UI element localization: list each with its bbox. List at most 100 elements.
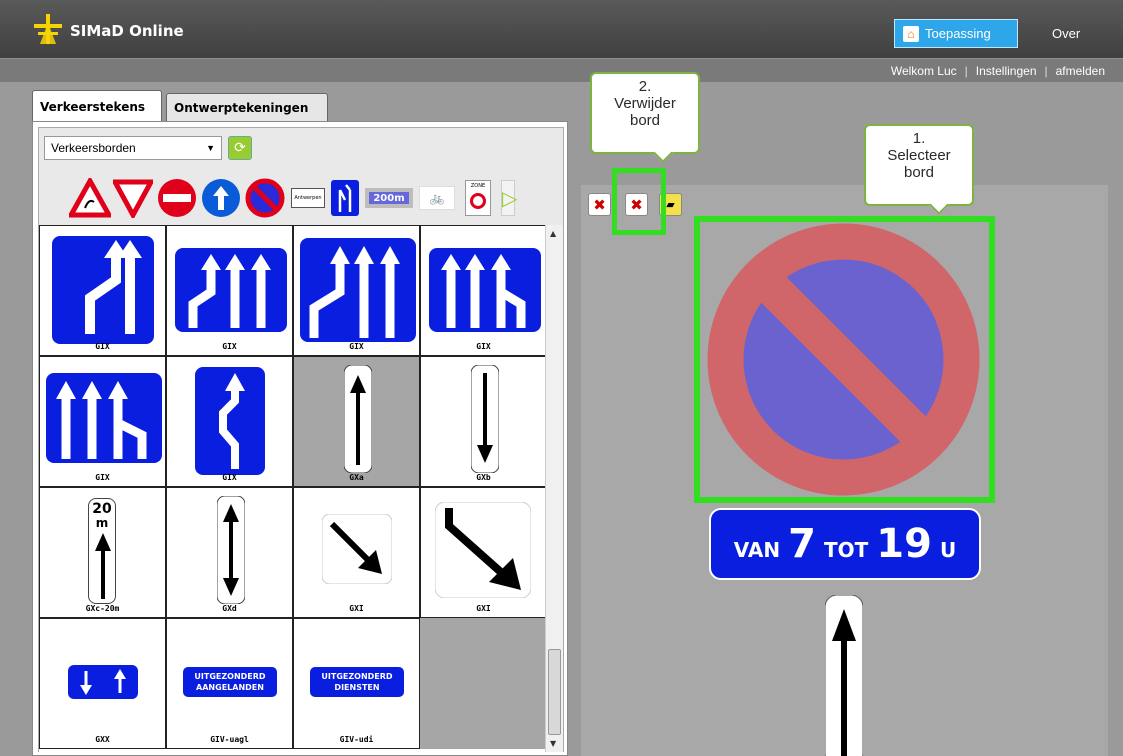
sign-caption: GIX [95, 342, 110, 351]
distance-sign-label: 200m [373, 192, 405, 204]
separator: | [964, 64, 968, 78]
tab-ontwerptekeningen[interactable]: Ontwerptekeningen [166, 93, 328, 121]
exception-sign: UITGEZONDERD AANGELANDEN [183, 667, 277, 697]
chevron-right-icon: ▷ [502, 186, 518, 210]
sign-caption: GXc-20m [85, 604, 120, 613]
scroll-up-icon[interactable]: ▲ [550, 229, 556, 238]
delete-highlight [612, 168, 666, 235]
sign-caption: GXa [349, 473, 364, 482]
logout-link[interactable]: afmelden [1056, 64, 1105, 78]
distance-unit: m [95, 516, 109, 530]
distance-sign-button[interactable]: 200m [365, 188, 413, 208]
sign-library-panel: Verkeerstekens Ontwerptekeningen Verkeer… [28, 88, 568, 756]
scroll-down-icon[interactable]: ▼ [550, 739, 556, 748]
lanes-sign-icon[interactable] [331, 180, 359, 216]
properties-icon: ▰ [666, 198, 675, 211]
zone-sign-button[interactable]: ZONE [465, 180, 491, 216]
sign-caption: GIX [222, 342, 237, 351]
sign-tile[interactable]: UITGEZONDERD DIENSTEN GIV-udi [293, 618, 420, 749]
sign-tile[interactable]: GXd [166, 487, 293, 618]
sign-caption: GIX [95, 473, 110, 482]
subplate-tot: TOT [823, 538, 869, 562]
callout-pointer [653, 143, 673, 163]
callout-select-text: Selecteer [887, 147, 951, 164]
sign-tile[interactable]: GXI [293, 487, 420, 618]
grid-scrollbar[interactable]: ▲ ▼ [545, 225, 563, 752]
diagonal-arrow-sign-icon [435, 502, 531, 598]
two-way-sign-icon [68, 665, 138, 699]
sign-browser: Verkeersborden ▼ ⟳ Antwerpen 200m 🚲 ZONE… [38, 127, 564, 752]
sign-caption: GIV-udi [339, 735, 374, 744]
sign-caption: GIV-uagl [210, 735, 249, 744]
warning-sign-icon[interactable] [69, 178, 111, 218]
callout-select: 1. Selecteer bord [864, 124, 974, 215]
sign-caption: GXI [349, 604, 364, 613]
tab-content: Verkeersborden ▼ ⟳ Antwerpen 200m 🚲 ZONE… [32, 121, 568, 756]
location-sign-button[interactable]: Antwerpen [291, 188, 325, 208]
sign-tile[interactable]: GIX [166, 225, 293, 356]
refresh-icon: ⟳ [234, 140, 246, 156]
distance-arrow-sign: 20 m [88, 498, 116, 604]
arrow-up-subplate-icon[interactable] [825, 595, 863, 756]
sign-tile[interactable]: UITGEZONDERD AANGELANDEN GIV-uagl [166, 618, 293, 749]
lane-merge-sign-icon [300, 238, 416, 342]
delete-all-button[interactable]: ✖ [588, 193, 611, 216]
no-entry-sign-icon[interactable] [157, 178, 197, 218]
sign-caption: GXX [95, 735, 110, 744]
lane-merge-sign-icon [52, 236, 154, 344]
sign-tile[interactable]: GIX [39, 356, 166, 487]
tab-verkeerstekens[interactable]: Verkeerstekens [32, 90, 162, 122]
sign-caption: GXI [476, 604, 491, 613]
diagonal-arrow-sign-icon [322, 514, 392, 584]
app-title: SIMaD Online [70, 22, 184, 40]
subplate-unit: U [939, 538, 957, 562]
yield-sign-icon[interactable] [113, 178, 153, 218]
distance-value: 20 [92, 501, 112, 517]
category-select[interactable]: Verkeersborden ▼ [44, 136, 222, 160]
sign-grid: GIX GIX GIX GIX GIX GIX GXa GXb 20 m GXc… [39, 225, 545, 752]
category-select-value: Verkeersborden [51, 141, 136, 155]
palette-next-button[interactable]: ▷ [501, 180, 518, 216]
arrow-up-sign-icon [344, 365, 372, 473]
sign-tile[interactable]: GXI [420, 487, 545, 618]
zone-no-entry-icon [470, 193, 486, 209]
sign-tile[interactable]: GIX [166, 356, 293, 487]
time-subplate[interactable]: VAN 7 TOT 19 U [709, 508, 981, 580]
mandatory-sign-icon[interactable] [201, 178, 241, 218]
callout-select-step: 1. [912, 130, 926, 147]
delete-all-icon: ✖ [593, 195, 606, 214]
subplate-van: VAN [733, 538, 781, 562]
scroll-thumb[interactable] [548, 649, 561, 735]
empty-tile [420, 618, 545, 749]
sign-caption: GXd [222, 604, 237, 613]
bicycle-sign-icon[interactable]: 🚲 [419, 186, 455, 210]
subplate-from: 7 [788, 521, 816, 567]
lane-merge-sign-icon [429, 248, 541, 332]
sign-caption: GXb [476, 473, 491, 482]
zone-sign-label: ZONE [470, 183, 486, 189]
settings-link[interactable]: Instellingen [976, 64, 1037, 78]
exception-line1: UITGEZONDERD [194, 672, 266, 681]
sign-tile[interactable]: GXb [420, 356, 545, 487]
refresh-button[interactable]: ⟳ [228, 136, 252, 160]
sign-tile[interactable]: GIX [420, 225, 545, 356]
exception-sign: UITGEZONDERD DIENSTEN [310, 667, 404, 697]
callout-delete-text: Verwijder [614, 95, 676, 112]
exception-line1: UITGEZONDERD [321, 672, 393, 681]
no-parking-sign-icon[interactable] [245, 178, 285, 218]
sign-tile[interactable]: GXa [293, 356, 420, 487]
arrow-both-sign-icon [217, 496, 245, 604]
sign-tile[interactable]: 20 m GXc-20m [39, 487, 166, 618]
sign-tile[interactable]: GIX [293, 225, 420, 356]
lane-merge-sign-icon [46, 373, 162, 463]
arrow-down-sign-icon [471, 365, 499, 473]
toepassing-label: Toepassing [925, 26, 991, 41]
sign-tile[interactable]: GIX [39, 225, 166, 356]
sign-tile[interactable]: GXX [39, 618, 166, 749]
arrow-up-icon [95, 533, 111, 599]
welcome-text: Welkom Luc [890, 64, 957, 78]
over-link[interactable]: Over [1052, 26, 1080, 41]
no-parking-sign[interactable] [706, 222, 981, 497]
user-links: Welkom Luc | Instellingen | afmelden [891, 64, 1105, 78]
toepassing-button[interactable]: ⌂ Toepassing [894, 19, 1018, 48]
